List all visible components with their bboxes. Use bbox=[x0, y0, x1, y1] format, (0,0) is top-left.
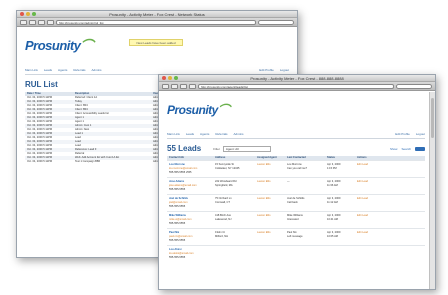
filter-label: Filter bbox=[213, 146, 220, 151]
lead-phone: 555-555-5555 x555 bbox=[169, 171, 192, 174]
lead-agent-link[interactable] bbox=[255, 245, 285, 262]
window-title: Prosunity - Activity Meter - Fox Crest -… bbox=[109, 12, 205, 17]
add-lead-button[interactable] bbox=[415, 146, 425, 151]
main-nav: Main Link Leads Agents Referrals Admins … bbox=[167, 130, 425, 139]
window-title: Prosunity - Activity Meter - Fox Crest -… bbox=[250, 76, 344, 81]
lead-status: Apr 3, 2009 11:12 AM bbox=[325, 194, 355, 212]
lead-contact-cell: Lou Morrone lou.morrone@email.com 555-555-… bbox=[167, 160, 213, 178]
lead-last-contacted: Paul Nix Left message bbox=[285, 228, 325, 246]
back-window-titlebar: Prosunity - Activity Meter - Fox Crest -… bbox=[17, 11, 297, 18]
lead-status: Apr 3, 2009 10:05 AM bbox=[325, 228, 355, 246]
table-cell: Test 1 Campaign BB6 bbox=[75, 160, 101, 163]
lead-agent-link[interactable]: Lauren Ellis bbox=[255, 160, 285, 178]
lead-address: 75 Orchard Ln Cornwall, CT bbox=[213, 194, 255, 212]
lead-row[interactable]: Paul Nix paul.nix@email.com 555-555-5555 9 … bbox=[167, 228, 425, 246]
lead-contact-cell: Lou Aloisi lou.aloisi@email.com 555-555-55… bbox=[167, 245, 213, 262]
lead-contact-cell: Paul Nix paul.nix@email.com 555-555-5555 bbox=[167, 228, 213, 246]
edit-profile-link[interactable]: Edit Profile bbox=[259, 68, 274, 72]
lead-row[interactable]: Lou Aloisi lou.aloisi@email.com 555-555-55… bbox=[167, 245, 425, 262]
back-button[interactable] bbox=[162, 83, 169, 89]
nav-item-agents[interactable]: Agents bbox=[200, 132, 209, 136]
lead-address: 418 Birch Ave Lakewood, NJ bbox=[213, 211, 255, 229]
browser-search-input[interactable] bbox=[396, 83, 432, 89]
home-button[interactable] bbox=[47, 19, 54, 25]
nav-item-referrals[interactable]: Referrals bbox=[73, 68, 85, 72]
forward-button[interactable] bbox=[171, 83, 178, 89]
forward-button[interactable] bbox=[29, 19, 36, 25]
show-button[interactable]: Show bbox=[390, 147, 398, 151]
edit-lead-link[interactable]: Edit Lead bbox=[355, 160, 425, 178]
search-link[interactable]: Search bbox=[401, 147, 411, 151]
lead-status: Apr 3, 2009 1:15 PM bbox=[325, 160, 355, 178]
lead-phone: 555-555-5555 bbox=[169, 188, 186, 191]
address-bar[interactable]: http://prosunity.com/agent/leads/list bbox=[198, 83, 394, 89]
reload-button[interactable] bbox=[38, 19, 45, 25]
edit-lead-link[interactable]: Edit Lead bbox=[355, 194, 425, 212]
scrollbar-thumb[interactable] bbox=[431, 98, 434, 138]
browser-toolbar: http://prosunity.com/agent/leads/list bbox=[159, 82, 435, 91]
screenshot-collage: Prosunity - Activity Meter - Fox Crest -… bbox=[0, 0, 448, 295]
lead-status bbox=[325, 245, 355, 262]
lead-last-contacted bbox=[285, 245, 325, 262]
lead-phone: 555-555-5555 bbox=[169, 239, 186, 242]
reload-button[interactable] bbox=[180, 83, 187, 89]
nav-item-agents[interactable]: Agents bbox=[58, 68, 67, 72]
nav-item-admins[interactable]: Admins bbox=[234, 132, 244, 136]
lead-contact-cell: Joel de Schilds joel@email.com 555-555-555… bbox=[167, 194, 213, 212]
edit-lead-link[interactable]: Edit Lead bbox=[355, 211, 425, 229]
lead-row[interactable]: Joel de Schilds joel@email.com 555-555-555… bbox=[167, 194, 425, 212]
notice-banner: New Leads have been added bbox=[129, 39, 183, 46]
browser-toolbar: http://prosunity.com/admin/rul_list bbox=[17, 18, 297, 27]
logout-link[interactable]: Logout bbox=[280, 68, 289, 72]
edit-lead-link[interactable]: Edit Lead bbox=[355, 228, 425, 246]
lead-last-contacted: — bbox=[285, 177, 325, 195]
vertical-scrollbar[interactable] bbox=[429, 92, 435, 289]
lead-address: 222 Woodward Rd Springfield, MA bbox=[213, 177, 255, 195]
leads-table: Contact Info Address Assigned Agent Last… bbox=[167, 156, 425, 262]
edit-lead-link[interactable]: Edit Lead bbox=[355, 177, 425, 195]
lead-contact-cell: Jose Adams jose.adams@email.com 555-555-55… bbox=[167, 177, 213, 195]
browser-search-input[interactable] bbox=[258, 19, 294, 25]
lead-agent-link[interactable]: Lauren Ellis bbox=[255, 228, 285, 246]
lead-address: 9 Elm Ct Milford, NH bbox=[213, 228, 255, 246]
lead-status: Apr 3, 2009 11:36 AM bbox=[325, 177, 355, 195]
lead-row[interactable]: Lou Morrone lou.morrone@email.com 555-555-… bbox=[167, 160, 425, 178]
lead-status: Apr 3, 2009 10:41 AM bbox=[325, 211, 355, 229]
lead-agent-link[interactable]: Lauren Ellis bbox=[255, 177, 285, 195]
prosunity-logo: Prosunity⌒ bbox=[167, 103, 230, 117]
filter-select[interactable]: Agent: All bbox=[222, 145, 271, 152]
nav-item-main[interactable]: Main Link bbox=[25, 68, 38, 72]
lead-last-contacted: Joel de Schilds Call back bbox=[285, 194, 325, 212]
lead-last-contacted: Lou Morrone Can you call me? bbox=[285, 160, 325, 178]
lead-phone: 555-555-5555 bbox=[169, 256, 186, 259]
lead-address: 15 Sunnyside St Coldwater, NY 12345 bbox=[213, 160, 255, 178]
back-button[interactable] bbox=[20, 19, 27, 25]
nav-item-main[interactable]: Main Link bbox=[167, 132, 180, 136]
lead-agent-link[interactable]: Lauren Ellis bbox=[255, 194, 285, 212]
edit-profile-link[interactable]: Edit Profile bbox=[395, 132, 410, 136]
front-browser-window: Prosunity - Activity Meter - Fox Crest -… bbox=[158, 74, 436, 290]
front-page-body: Prosunity⌒ Main Link Leads Agents Referr… bbox=[159, 91, 435, 266]
lead-agent-link[interactable]: Lauren Ellis bbox=[255, 211, 285, 229]
home-button[interactable] bbox=[189, 83, 196, 89]
lead-row[interactable]: Mike Williams mike.w@email.com 555-555-555… bbox=[167, 211, 425, 229]
lead-last-contacted: Mike Williams Interested bbox=[285, 211, 325, 229]
front-window-titlebar: Prosunity - Activity Meter - Fox Crest -… bbox=[159, 75, 435, 82]
leads-header: 55 Leads Filter Agent: All Show Search bbox=[167, 144, 425, 153]
table-cell: Oct. 04, 2009 5:11PM bbox=[27, 160, 53, 163]
logout-link[interactable]: Logout bbox=[416, 132, 425, 136]
lead-address bbox=[213, 245, 255, 262]
lead-contact-cell: Mike Williams mike.w@email.com 555-555-555… bbox=[167, 211, 213, 229]
nav-item-leads[interactable]: Leads bbox=[186, 132, 194, 136]
lead-phone: 555-555-5555 bbox=[169, 205, 186, 208]
nav-item-admins[interactable]: Admins bbox=[92, 68, 102, 72]
edit-lead-link[interactable] bbox=[355, 245, 425, 262]
address-bar[interactable]: http://prosunity.com/admin/rul_list bbox=[56, 19, 256, 25]
nav-item-leads[interactable]: Leads bbox=[44, 68, 52, 72]
lead-phone: 555-555-5555 bbox=[169, 222, 186, 225]
lead-row[interactable]: Jose Adams jose.adams@email.com 555-555-55… bbox=[167, 177, 425, 195]
page-title: 55 Leads bbox=[167, 144, 202, 153]
nav-item-referrals[interactable]: Referrals bbox=[215, 132, 227, 136]
